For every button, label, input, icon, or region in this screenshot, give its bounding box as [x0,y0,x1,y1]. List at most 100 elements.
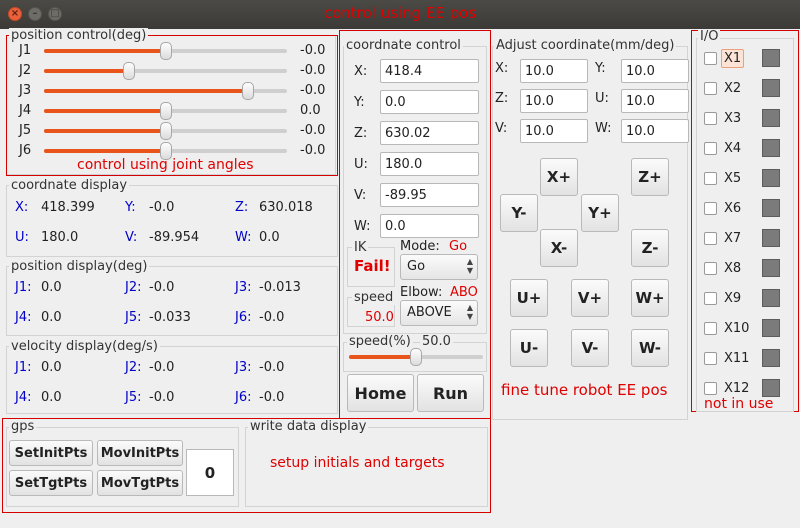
slider-handle[interactable] [410,348,422,366]
display-label: U: [15,230,29,245]
x-plus-button[interactable]: X+ [540,158,578,196]
display-value: -0.013 [259,280,301,295]
window-title: control using EE pos [323,4,477,22]
joint-slider-j2[interactable] [44,62,287,80]
position-control-title: position control(deg) [9,28,149,43]
coord-y-input[interactable] [380,90,479,114]
joint-label: J4 [19,103,32,118]
coord-v-input[interactable] [380,183,479,207]
io-label: X4 [724,141,742,156]
move-init-points-button[interactable]: MovInitPts [97,440,183,466]
speed-value: 50.0 [365,310,394,325]
adjust-x-step-input[interactable] [520,59,588,83]
io-checkbox-x10[interactable] [704,322,717,335]
display-label: J4: [15,310,32,325]
set-target-points-button[interactable]: SetTgtPts [9,470,93,496]
elbow-value: ABO [450,285,478,300]
v-minus-button[interactable]: V- [571,329,609,367]
io-label: X5 [724,171,742,186]
adjust-z-step-input[interactable] [520,89,588,113]
coord-control-label: V: [354,188,367,203]
slider-handle[interactable] [242,82,255,100]
io-checkbox-x2[interactable] [704,82,717,95]
io-checkbox-x9[interactable] [704,292,717,305]
coordinate-display-group [6,185,338,257]
y-minus-button[interactable]: Y- [500,194,538,232]
coord-x-input[interactable] [380,59,479,83]
joint-slider-j6[interactable] [44,142,287,160]
adjust-caption: fine tune robot EE pos [501,381,668,399]
elbow-select[interactable]: ABOVE ▲ ▼ [400,300,478,326]
slider-handle[interactable] [159,122,172,140]
io-checkbox-x3[interactable] [704,112,717,125]
slider-fill [44,129,166,133]
display-value: 630.018 [259,200,313,215]
io-indicator [762,199,780,217]
io-label: X8 [724,261,742,276]
io-checkbox-x6[interactable] [704,202,717,215]
z-minus-button[interactable]: Z- [631,229,669,267]
joint-value: 0.0 [300,103,321,118]
y-plus-button[interactable]: Y+ [581,194,619,232]
coord-w-input[interactable] [380,214,479,238]
adjust-coordinate-title: Adjust coordinate(mm/deg) [494,38,677,53]
display-label: J6: [235,390,252,405]
io-label: X3 [724,111,742,126]
u-plus-button[interactable]: U+ [510,279,548,317]
joint-slider-j4[interactable] [44,102,287,120]
position-display-title: position display(deg) [9,259,150,274]
x-minus-button[interactable]: X- [540,229,578,267]
slider-handle[interactable] [159,102,172,120]
w-minus-button[interactable]: W- [631,329,669,367]
adjust-w-step-input[interactable] [621,119,689,143]
joint-value: -0.0 [300,83,326,98]
io-label: X7 [724,231,742,246]
io-checkbox-x8[interactable] [704,262,717,275]
v-plus-button[interactable]: V+ [571,279,609,317]
joint-slider-j5[interactable] [44,122,287,140]
io-checkbox-x12[interactable] [704,382,717,395]
io-checkbox-x1[interactable] [704,52,717,65]
joint-value: -0.0 [300,123,326,138]
display-label: V: [125,230,138,245]
joint-slider-j1[interactable] [44,42,287,60]
ik-status: Fail! [354,257,391,275]
home-button[interactable]: Home [347,374,414,412]
slider-handle[interactable] [159,42,172,60]
speed-percent-slider[interactable] [349,348,483,366]
display-label: J6: [235,310,252,325]
adjust-v-step-input[interactable] [520,119,588,143]
coord-z-input[interactable] [380,121,479,145]
display-label: J4: [15,390,32,405]
run-button[interactable]: Run [417,374,484,412]
adjust-y-step-input[interactable] [621,59,689,83]
slider-fill [349,355,416,359]
io-label: X6 [724,201,742,216]
io-indicator [762,349,780,367]
mode-select[interactable]: Go ▲ ▼ [400,254,478,280]
joint-slider-j3[interactable] [44,82,287,100]
display-label: J5: [125,390,142,405]
set-init-points-button[interactable]: SetInitPts [9,440,93,466]
mode-label: Mode: [400,239,440,254]
adjust-label: Z: [495,91,509,106]
io-checkbox-x11[interactable] [704,352,717,365]
io-indicator [762,49,780,67]
coord-u-input[interactable] [380,152,479,176]
u-minus-button[interactable]: U- [510,329,548,367]
coord-control-label: Y: [354,95,365,110]
io-checkbox-x7[interactable] [704,232,717,245]
z-plus-button[interactable]: Z+ [631,158,669,196]
io-checkbox-x5[interactable] [704,172,717,185]
io-checkbox-x4[interactable] [704,142,717,155]
io-indicator [762,139,780,157]
move-target-points-button[interactable]: MovTgtPts [97,470,183,496]
joint-value: -0.0 [300,43,326,58]
w-plus-button[interactable]: W+ [631,279,669,317]
slider-handle[interactable] [123,62,136,80]
joint-value: -0.0 [300,143,326,158]
display-value: -0.0 [149,200,175,215]
display-value: 0.0 [41,280,62,295]
adjust-u-step-input[interactable] [621,89,689,113]
joint-label: J1 [19,43,32,58]
